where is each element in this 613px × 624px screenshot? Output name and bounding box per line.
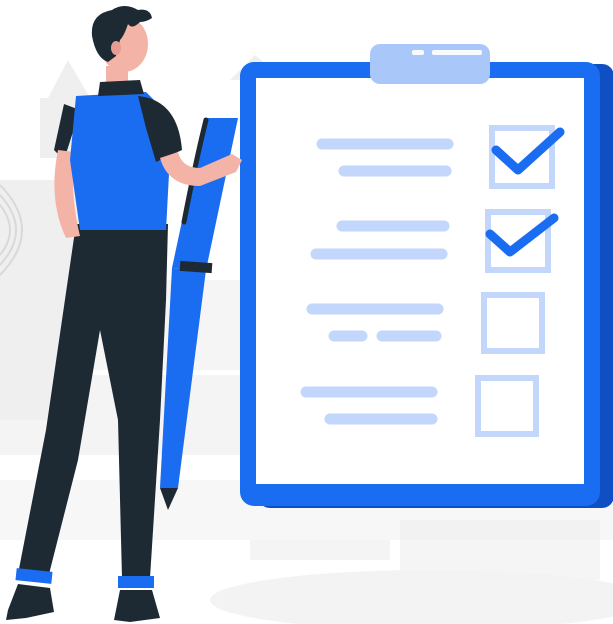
ground-shadow xyxy=(210,570,613,624)
checklist-illustration xyxy=(0,6,613,624)
illustration-scene xyxy=(0,0,613,624)
clipboard-icon xyxy=(240,44,613,508)
